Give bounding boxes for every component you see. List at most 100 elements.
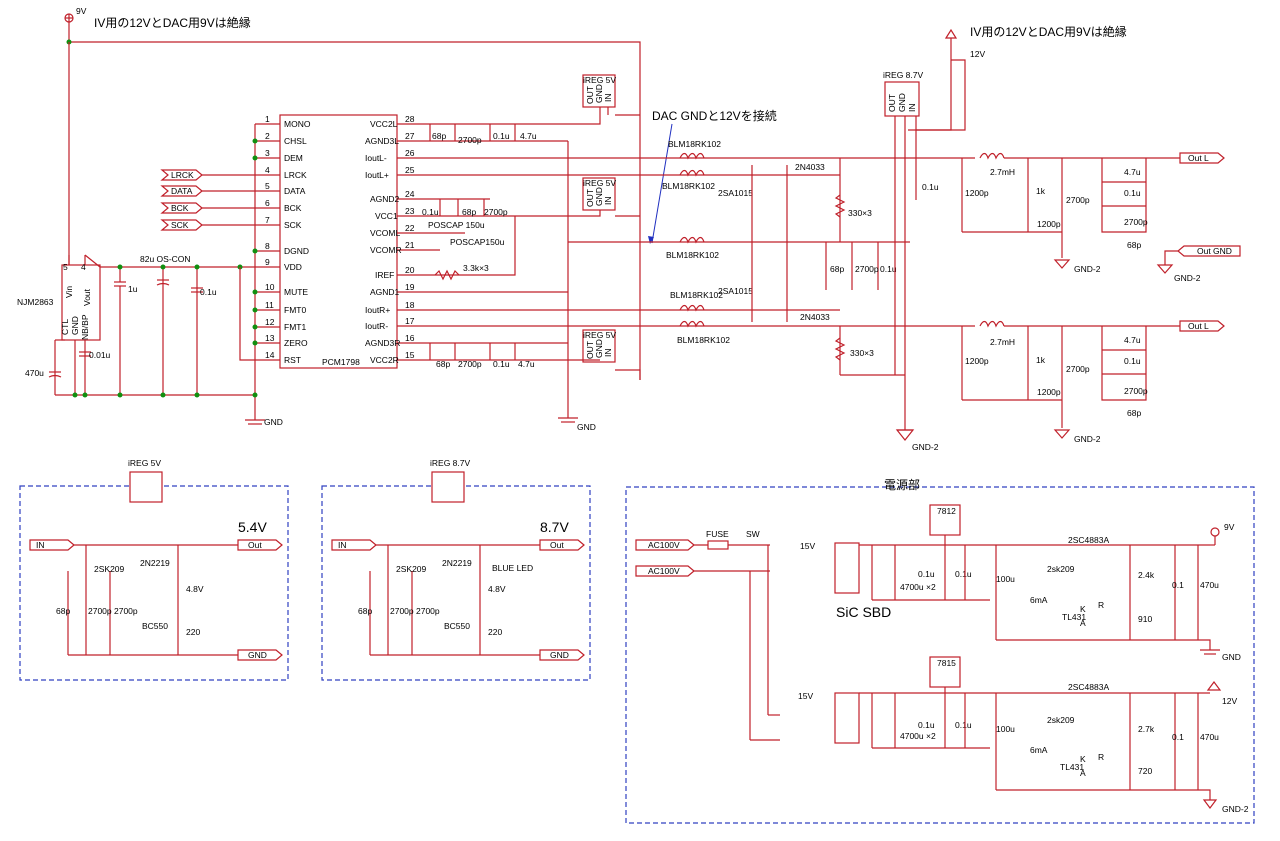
svg-text:1200p: 1200p <box>965 356 989 366</box>
pin-name: VCC2R <box>370 355 399 365</box>
ireg-5v-mid: iREG 5V OUT GND IN <box>582 177 616 211</box>
svg-text:iREG 5V: iREG 5V <box>583 178 616 188</box>
svg-text:15V: 15V <box>798 691 813 701</box>
svg-text:7815: 7815 <box>937 658 956 668</box>
svg-text:0.1u: 0.1u <box>918 569 935 579</box>
svg-text:2700p: 2700p <box>416 606 440 616</box>
svg-text:GND-2: GND-2 <box>1174 273 1201 283</box>
pin-num: 9 <box>265 257 270 267</box>
svg-text:2SA1015: 2SA1015 <box>718 286 753 296</box>
pin-num: 3 <box>265 148 270 158</box>
svg-text:GND-2: GND-2 <box>1074 264 1101 274</box>
svg-text:2.7mH: 2.7mH <box>990 167 1015 177</box>
pin-num: 28 <box>405 114 415 124</box>
svg-text:GND-2: GND-2 <box>912 442 939 452</box>
pin-num: 16 <box>405 333 415 343</box>
pin-name: DGND <box>284 246 309 256</box>
svg-text:0.1u: 0.1u <box>918 720 935 730</box>
input-tag-label: SCK <box>171 220 189 230</box>
svg-text:2SK209: 2SK209 <box>396 564 427 574</box>
svg-text:2SC4883A: 2SC4883A <box>1068 535 1109 545</box>
svg-text:100u: 100u <box>996 574 1015 584</box>
bridge-1 <box>834 542 860 744</box>
svg-text:2700p: 2700p <box>1124 386 1148 396</box>
pin-num: 20 <box>405 265 415 275</box>
svg-text:7812: 7812 <box>937 506 956 516</box>
svg-text:IN: IN <box>603 197 613 206</box>
pin-name: FMT0 <box>284 305 306 315</box>
ireg-5v-bot: iREG 5V OUT GND IN <box>582 329 616 363</box>
svg-text:2SK209: 2SK209 <box>94 564 125 574</box>
svg-text:Out: Out <box>248 540 262 550</box>
ireg-8v7-top: iREG 8.7V OUT GND IN <box>883 70 923 117</box>
svg-text:0.1u: 0.1u <box>922 182 939 192</box>
svg-text:IN: IN <box>603 349 613 358</box>
svg-text:K: K <box>1080 604 1086 614</box>
svg-text:GND: GND <box>248 650 267 660</box>
svg-text:A: A <box>1080 618 1086 628</box>
svg-text:GND-2: GND-2 <box>1074 434 1101 444</box>
svg-text:POSCAP 150u: POSCAP 150u <box>428 220 485 230</box>
svg-text:iREG 5V: iREG 5V <box>583 75 616 85</box>
v12-label-top: 12V <box>970 49 985 59</box>
sic-sbd-label: SiC SBD <box>836 604 891 620</box>
svg-text:470u: 470u <box>1200 580 1219 590</box>
svg-text:GND-2: GND-2 <box>1222 804 1249 814</box>
svg-text:5: 5 <box>63 262 68 272</box>
pin-name: IoutR+ <box>365 305 390 315</box>
svg-text:AC100V: AC100V <box>648 540 680 550</box>
note-arrow-head <box>648 236 654 244</box>
svg-text:0.01u: 0.01u <box>89 350 111 360</box>
schematic: IV用の12VとDAC用9Vは絶縁 IV用の12VとDAC用9Vは絶縁 DAC … <box>17 6 1255 824</box>
pin-name: RST <box>284 355 301 365</box>
svg-text:2700p: 2700p <box>1066 364 1090 374</box>
svg-text:GND: GND <box>550 650 569 660</box>
svg-text:6mA: 6mA <box>1030 745 1048 755</box>
svg-text:Out L: Out L <box>1188 321 1209 331</box>
svg-text:68p: 68p <box>432 131 446 141</box>
svg-text:2.4k: 2.4k <box>1138 570 1155 580</box>
pin-num: 27 <box>405 131 415 141</box>
svg-text:4.8V: 4.8V <box>186 584 204 594</box>
svg-text:CTL: CTL <box>60 319 70 335</box>
svg-text:A: A <box>1080 768 1086 778</box>
pin-num: 8 <box>265 241 270 251</box>
svg-text:0.1u: 0.1u <box>955 720 972 730</box>
svg-text:2N2219: 2N2219 <box>442 558 472 568</box>
ferrite-beads <box>679 152 705 328</box>
gnd-label-ic: GND <box>264 417 283 427</box>
svg-text:OUT: OUT <box>887 94 897 112</box>
pin-num: 11 <box>265 300 274 310</box>
pin-num: 2 <box>265 131 270 141</box>
svg-text:330×3: 330×3 <box>850 348 874 358</box>
svg-text:BLM18RK102: BLM18RK102 <box>677 335 730 345</box>
svg-text:0.1: 0.1 <box>1172 580 1184 590</box>
svg-text:0.1u: 0.1u <box>493 131 510 141</box>
pin-num: 17 <box>405 316 415 326</box>
svg-text:910: 910 <box>1138 614 1152 624</box>
pin-num: 14 <box>265 350 275 360</box>
pin-name: VCOMR <box>370 245 402 255</box>
svg-text:0.1: 0.1 <box>1172 732 1184 742</box>
ireg-detail-box: iREG 8.7V 8.7V IN Out GND 2SK209 2N2219 BC550 4.… <box>321 458 591 681</box>
svg-text:68p: 68p <box>1127 408 1141 418</box>
pin-name: LRCK <box>284 170 307 180</box>
svg-text:IN: IN <box>603 94 613 103</box>
svg-text:15V: 15V <box>800 541 815 551</box>
pin-num: 12 <box>265 317 275 327</box>
pin-name: FMT1 <box>284 322 306 332</box>
svg-text:BC550: BC550 <box>444 621 470 631</box>
svg-text:BC550: BC550 <box>142 621 168 631</box>
svg-text:220: 220 <box>488 627 502 637</box>
pcm1798-label: PCM1798 <box>322 357 360 367</box>
ireg-detail-box: iREG 5V 5.4V IN Out GND 2SK209 2N2219 BC550 4.8V… <box>19 458 289 681</box>
svg-text:NB/BP: NB/BP <box>80 314 90 340</box>
pin-num: 13 <box>265 333 275 343</box>
pin-name: MUTE <box>284 287 308 297</box>
svg-text:GND: GND <box>70 316 80 335</box>
svg-text:5.4V: 5.4V <box>238 519 267 535</box>
svg-text:2700p: 2700p <box>458 135 482 145</box>
pin-name: MONO <box>284 119 311 129</box>
svg-text:2700p: 2700p <box>458 359 482 369</box>
svg-text:0.1u: 0.1u <box>200 287 217 297</box>
